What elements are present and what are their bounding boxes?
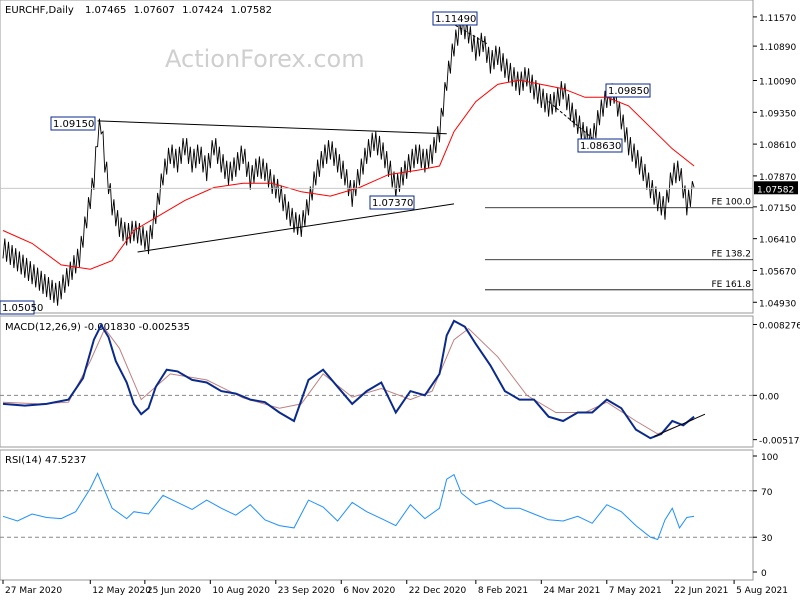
fe-level-label: FE 138.2 — [712, 250, 752, 260]
y-tick-label: 1.11570 — [759, 14, 796, 24]
x-tick-label: 6 Nov 2020 — [343, 586, 395, 596]
macd-y-tick-label: 0.008276 — [759, 321, 800, 331]
x-tick-label: 5 Aug 2021 — [736, 586, 788, 596]
x-tick-label: 25 Jun 2020 — [147, 586, 201, 596]
symbol-label: EURCHF,Daily 1.07465 1.07607 1.07424 1.0… — [5, 5, 272, 16]
x-tick-label: 24 Mar 2021 — [543, 586, 600, 596]
macd-y-tick-label: -0.005174 — [759, 437, 800, 447]
y-tick-label: 1.06410 — [759, 236, 796, 246]
symbol-name: EURCHF,Daily — [5, 5, 74, 16]
rsi-y-tick-label: 100 — [761, 453, 778, 463]
rsi-y-tick-label: 0 — [761, 569, 767, 579]
y-tick-label: 1.05670 — [759, 267, 796, 277]
x-tick-label: 23 Sep 2020 — [278, 586, 335, 596]
y-tick-label: 1.04930 — [759, 299, 796, 309]
x-tick-label: 12 May 2020 — [92, 586, 151, 596]
last-price-label: 1.07582 — [757, 185, 794, 195]
close-value: 1.07582 — [231, 5, 272, 16]
x-tick-label: 27 Mar 2020 — [5, 586, 62, 596]
high-value: 1.07607 — [134, 5, 175, 16]
x-tick-label: 7 May 2021 — [609, 586, 662, 596]
price-annotation-label: 1.11490 — [435, 14, 476, 25]
rsi-label: RSI(14) 47.5237 — [5, 455, 86, 466]
rsi-y-tick-label: 70 — [761, 488, 773, 498]
fe-level-label: FE 100.0 — [712, 198, 752, 208]
y-tick-label: 1.09350 — [759, 109, 796, 119]
macd-pane — [0, 315, 754, 448]
x-tick-label: 10 Aug 2020 — [212, 586, 270, 596]
price-annotation-label: 1.09850 — [608, 86, 649, 97]
chart-canvas: ActionForex.com EURCHF,Daily 1.07465 1.0… — [0, 0, 800, 596]
watermark: ActionForex.com — [165, 45, 365, 73]
low-value: 1.07424 — [182, 5, 223, 16]
axes: 27 Mar 2020 12 May 202025 Jun 2020 10 Aug … — [2, 580, 788, 596]
price-annotation-label: 1.09150 — [53, 119, 94, 130]
open-value: 1.07465 — [85, 5, 126, 16]
x-tick-label: 22 Jun 2021 — [674, 586, 728, 596]
price-annotation-label: 1.08630 — [580, 141, 621, 152]
price-annotation-label: 1.05050 — [2, 303, 43, 314]
rsi-pane — [0, 449, 754, 581]
x-tick-label: 8 Feb 2021 — [478, 586, 528, 596]
y-tick-label: 1.07150 — [759, 204, 796, 214]
y-tick-label: 1.08610 — [759, 141, 796, 151]
fe-level-label: FE 161.8 — [712, 280, 752, 290]
x-tick-label: 22 Dec 2020 — [409, 586, 467, 596]
macd-y-tick-label: 0.00 — [759, 392, 779, 402]
price-annotation-label: 1.07370 — [372, 198, 413, 209]
rsi-y-tick-label: 30 — [761, 534, 773, 544]
y-tick-label: 1.10090 — [759, 78, 796, 88]
y-tick-label: 1.10890 — [759, 43, 796, 53]
main-pane — [0, 0, 754, 314]
chart-window: ActionForex.com EURCHF,Daily 1.07465 1.0… — [0, 0, 800, 600]
